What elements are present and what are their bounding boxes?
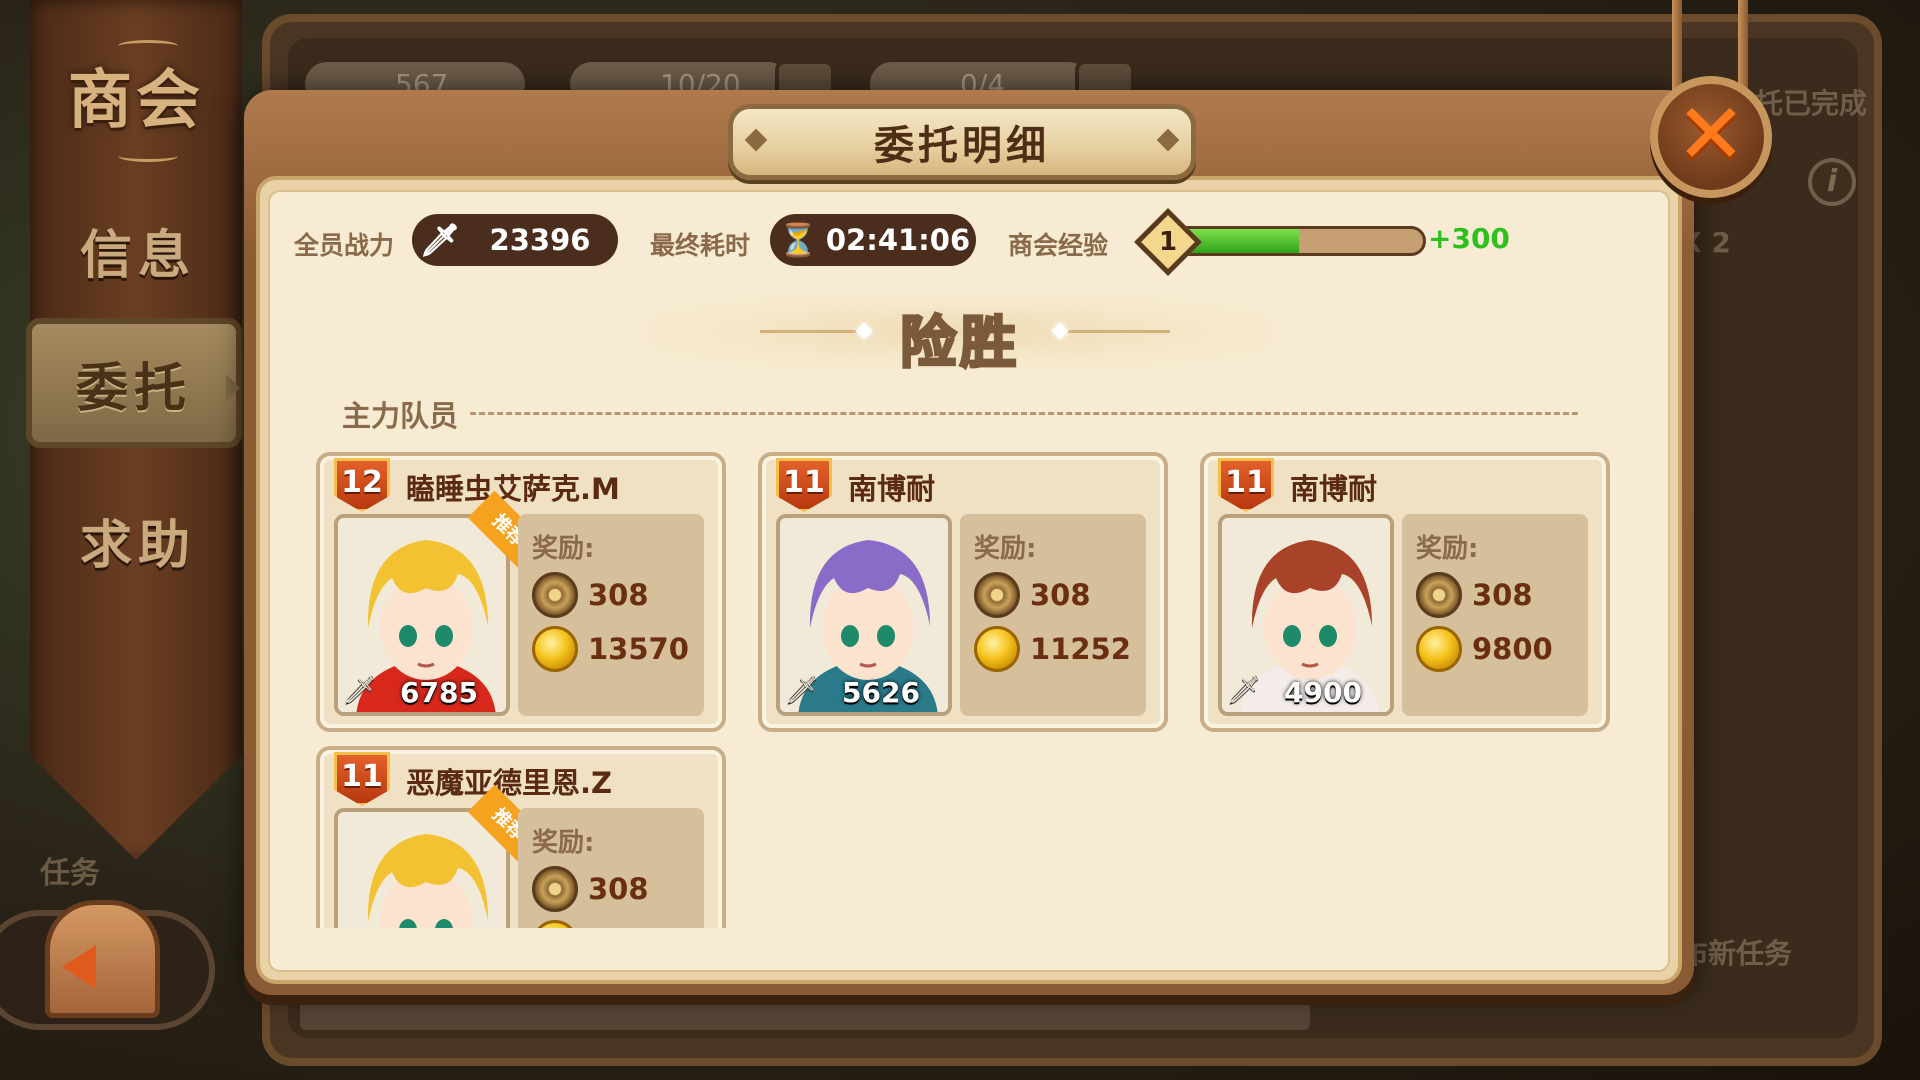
main-members-title: 主力队员 [342,399,459,433]
guild-exp-icon [532,572,578,618]
exp-reward-value: 308 [1472,578,1533,612]
tasks-label: 任务 [40,856,100,891]
exp-reward-row: 308 [532,572,649,618]
completed-status-text: 托已完成 [1755,87,1868,120]
rope-left [1672,0,1682,95]
guild-exp-fill [1189,229,1299,253]
dialog-title: 委托明细 [728,104,1196,180]
final-time-label: 最终耗时 [650,231,751,260]
publish-task-text: 布新任务 [1680,937,1793,970]
member-power: 5626 [842,676,920,709]
team-power-value: 🗡 23396 [412,214,618,266]
exp-reward-value: 308 [588,578,649,612]
guild-exp-bar [1186,226,1426,256]
guild-exp-icon [974,572,1020,618]
gold-coin-icon [1416,626,1462,672]
member-card[interactable]: 11 南博耐 🗡 5626 奖励: 308 11252 [758,452,1168,732]
section-divider [470,412,1578,415]
sidebar-ornament-bottom [118,150,178,162]
rope-right [1738,0,1748,95]
member-power: 4900 [1284,676,1362,709]
exp-reward-row: 308 [532,866,649,912]
result-line-right [1060,330,1170,333]
reward-label: 奖励: [532,828,595,858]
background-input-bar [300,990,1310,1030]
gold-reward-value: 11252 [1030,632,1131,666]
close-icon: ✕ [1675,85,1747,183]
member-card[interactable]: 12 瞌睡虫艾萨克.M 推荐 🗡 6785 奖励: 308 13570 [316,452,726,732]
close-button[interactable]: ✕ [1650,76,1772,198]
gold-reward-row: 11252 [974,626,1131,672]
gold-coin-icon [532,920,578,928]
gold-reward-row [532,920,588,928]
member-level-badge: 12 [334,458,390,512]
guild-exp-label: 商会经验 [1008,231,1109,260]
member-name: 恶魔亚德里恩.Z [406,766,613,800]
member-name: 南博耐 [1290,472,1378,506]
member-name: 瞌睡虫艾萨克.M [406,472,620,506]
exp-reward-value: 308 [588,872,649,906]
gold-reward-value: 9800 [1472,632,1553,666]
sidebar-ornament-top [118,40,178,52]
sidebar-item-info[interactable]: 信息 [38,185,238,315]
reward-label: 奖励: [974,534,1037,564]
exit-arrow-icon [62,945,96,989]
member-name: 南博耐 [848,472,936,506]
member-level-badge: 11 [1218,458,1274,512]
member-list: 12 瞌睡虫艾萨克.M 推荐 🗡 6785 奖励: 308 13570 11 南… [268,440,1670,928]
team-power-label: 全员战力 [294,231,395,260]
guild-level-number: 1 [1158,227,1178,257]
result-line-left [760,330,870,333]
sidebar-item-help[interactable]: 求助 [38,475,238,605]
gold-reward-row: 9800 [1416,626,1553,672]
hourglass-icon: ⏳ [778,221,818,259]
sword-icon: 🗡 [419,221,461,259]
member-card[interactable]: 11 南博耐 🗡 4900 奖励: 308 9800 [1200,452,1610,732]
info-icon[interactable]: i [1808,158,1856,206]
gold-reward-value: 13570 [588,632,689,666]
member-power: 6785 [400,676,478,709]
gold-coin-icon [974,626,1020,672]
exp-reward-row: 308 [1416,572,1533,618]
exp-reward-row: 308 [974,572,1091,618]
reward-label: 奖励: [1416,534,1479,564]
member-card[interactable]: 11 恶魔亚德里恩.Z 推荐 🗡 奖励: 308 [316,746,726,928]
gold-reward-row: 13570 [532,626,689,672]
guild-exp-icon [532,866,578,912]
reward-label: 奖励: [532,534,595,564]
exp-reward-value: 308 [1030,578,1091,612]
gold-coin-icon [532,626,578,672]
battle-result: 险胜 [899,310,1020,378]
member-level-badge: 11 [334,752,390,806]
final-time-value: ⏳ 02:41:06 [770,214,976,266]
member-level-badge: 11 [776,458,832,512]
guild-exp-icon [1416,572,1462,618]
guild-exp-gain: +300 [1428,222,1510,255]
sidebar-item-commission[interactable]: 委托 [26,318,242,448]
game-screen: 567 10/20 0/4 托已完成 i X 2 布新任务 商会 信息 委托 求… [0,0,1920,1080]
